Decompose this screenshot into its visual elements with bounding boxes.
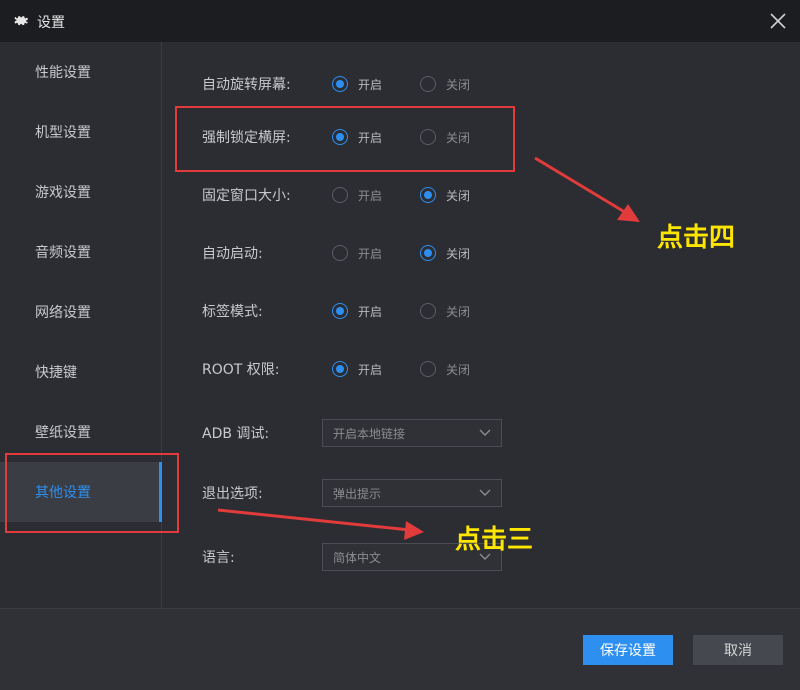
radio-dot [332,76,348,92]
radio-dot [332,361,348,377]
row-label: 退出选项: [202,486,263,502]
select-value: 弹出提示 [333,486,382,501]
sidebar-item-audio[interactable]: 音频设置 [0,222,162,282]
radio-dot [332,245,348,261]
radio-on[interactable]: 开启 [332,303,420,320]
radio-label: 开启 [358,246,383,261]
radio-dot [420,303,436,319]
row-label: 自动旋转屏幕: [202,77,291,93]
row-label: 标签模式: [202,304,263,320]
radio-label: 开启 [358,304,383,319]
auto-rotate-row: 自动旋转屏幕: 开启 关闭 [202,72,508,96]
sidebar-item-device-model[interactable]: 机型设置 [0,102,162,162]
radio-off[interactable]: 关闭 [420,187,508,204]
radio-on[interactable]: 开启 [332,76,420,93]
sidebar-item-performance[interactable]: 性能设置 [0,42,162,102]
select-value: 简体中文 [333,550,382,565]
annotation-box-other-settings [5,453,179,533]
annotation-step-three: 点击三 [455,525,534,555]
select-value: 开启本地链接 [333,426,406,441]
radio-dot [420,245,436,261]
sidebar-item-game[interactable]: 游戏设置 [0,162,162,222]
row-label: 自动启动: [202,246,263,262]
save-button[interactable]: 保存设置 [583,635,673,665]
radio-on[interactable]: 开启 [332,187,420,204]
exit-option-select[interactable]: 弹出提示 [322,479,502,507]
row-label: ADB 调试: [202,426,270,442]
tab-mode-row: 标签模式: 开启 关闭 [202,299,508,323]
radio-label: 关闭 [446,246,471,261]
radio-label: 关闭 [446,362,471,377]
radio-label: 开启 [358,77,383,92]
radio-dot [420,187,436,203]
close-icon[interactable] [768,11,788,31]
cancel-button[interactable]: 取消 [693,635,783,665]
radio-off[interactable]: 关闭 [420,361,508,378]
sidebar-item-shortcuts[interactable]: 快捷键 [0,342,162,402]
row-label: 固定窗口大小: [202,188,291,204]
title-bar: 设置 [0,0,800,42]
sidebar-item-network[interactable]: 网络设置 [0,282,162,342]
dialog-footer: 保存设置 取消 [0,608,800,690]
radio-on[interactable]: 开启 [332,361,420,378]
gear-icon [14,16,28,26]
radio-label: 开启 [358,188,383,203]
radio-dot [420,76,436,92]
fixed-window-size-row: 固定窗口大小: 开启 关闭 [202,183,508,207]
radio-label: 关闭 [446,188,471,203]
radio-dot [332,303,348,319]
annotation-step-four: 点击四 [657,223,736,253]
annotation-box-force-landscape [175,106,515,172]
radio-dot [332,187,348,203]
radio-off[interactable]: 关闭 [420,76,508,93]
radio-off[interactable]: 关闭 [420,303,508,320]
auto-start-row: 自动启动: 开启 关闭 [202,241,508,265]
adb-debug-row: ADB 调试: 开启本地链接 [202,419,502,447]
row-label: 语言: [202,550,235,566]
adb-debug-select[interactable]: 开启本地链接 [322,419,502,447]
radio-off[interactable]: 关闭 [420,245,508,262]
radio-dot [420,361,436,377]
exit-option-row: 退出选项: 弹出提示 [202,479,502,507]
window-title: 设置 [37,15,65,31]
radio-label: 关闭 [446,304,471,319]
radio-on[interactable]: 开启 [332,245,420,262]
chevron-down-icon [479,489,491,496]
root-permission-row: ROOT 权限: 开启 关闭 [202,357,508,381]
radio-label: 开启 [358,362,383,377]
row-label: ROOT 权限: [202,362,280,378]
radio-label: 关闭 [446,77,471,92]
chevron-down-icon [479,429,491,436]
